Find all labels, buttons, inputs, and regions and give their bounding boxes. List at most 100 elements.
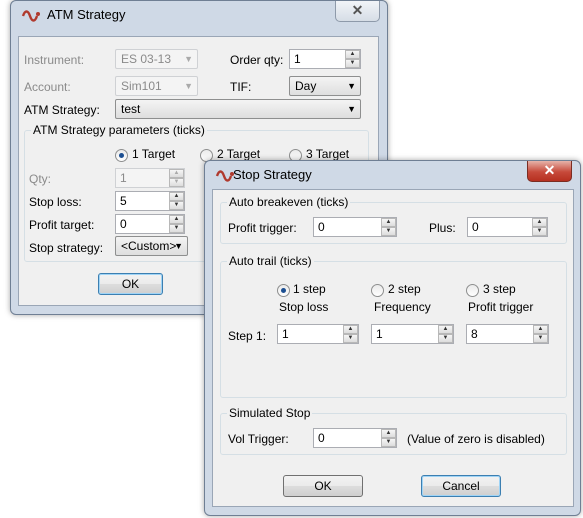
spin-down-icon[interactable]: ▼	[345, 59, 360, 68]
simulated-stop-group: Simulated Stop Vol Trigger: 0 ▲ ▼ (Value …	[220, 406, 567, 455]
chevron-down-icon: ▼	[347, 81, 356, 91]
chevron-down-icon: ▼	[174, 241, 183, 251]
spin-down-icon[interactable]: ▼	[169, 224, 184, 233]
stop-cancel-button[interactable]: Cancel	[421, 475, 501, 497]
stop-loss-spinner[interactable]: ▲ ▼	[169, 192, 184, 210]
order-qty-value: 1	[294, 52, 301, 66]
stop-client-area: Auto breakeven (ticks) Profit trigger: 0…	[212, 189, 574, 507]
spin-up-icon[interactable]: ▲	[438, 325, 453, 334]
chevron-down-icon: ▼	[347, 104, 356, 114]
spin-up-icon[interactable]: ▲	[381, 429, 396, 438]
vol-trigger-value: 0	[318, 431, 325, 445]
vol-trigger-input[interactable]: 0 ▲ ▼	[313, 428, 397, 448]
profit-trigger-input[interactable]: 0 ▲ ▼	[313, 217, 397, 237]
step-2-option-label[interactable]: 2 step	[388, 282, 421, 296]
app-logo-icon	[215, 170, 234, 182]
instrument-label: Instrument:	[24, 53, 85, 67]
spin-down-icon[interactable]: ▼	[438, 334, 453, 343]
stop-ok-button[interactable]: OK	[283, 475, 363, 497]
step1-stop-loss-spinner[interactable]: ▲ ▼	[343, 325, 358, 343]
step1-stop-loss-input[interactable]: 1 ▲ ▼	[277, 324, 359, 344]
spin-down-icon[interactable]: ▼	[532, 227, 547, 236]
atm-ok-button[interactable]: OK	[98, 273, 163, 295]
chevron-down-icon: ▼	[184, 81, 193, 91]
target-1-label[interactable]: 1 Target	[132, 147, 175, 161]
spin-down-icon[interactable]: ▼	[169, 201, 184, 210]
auto-breakeven-title: Auto breakeven (ticks)	[227, 195, 351, 209]
qty-label: Qty:	[29, 172, 52, 186]
col-header-stop-loss: Stop loss	[279, 300, 329, 314]
instrument-select[interactable]: ES 03-13 ▼	[115, 49, 198, 69]
atm-strategy-select[interactable]: test ▼	[115, 99, 361, 119]
step-1-label: Step 1:	[228, 329, 267, 343]
stop-close-button[interactable]: ✕	[527, 161, 572, 182]
target-2-label[interactable]: 2 Target	[217, 147, 260, 161]
step1-profit-trigger-value: 8	[471, 327, 478, 341]
plus-input[interactable]: 0 ▲ ▼	[467, 217, 548, 237]
profit-target-label: Profit target:	[29, 218, 95, 232]
tif-select[interactable]: Day ▼	[289, 76, 361, 96]
profit-target-input[interactable]: 0 ▲ ▼	[115, 214, 185, 234]
vol-trigger-spinner[interactable]: ▲ ▼	[381, 429, 396, 447]
order-qty-label: Order qty:	[230, 53, 284, 67]
atm-window-title: ATM Strategy	[47, 7, 126, 22]
radio-1-step[interactable]	[277, 284, 290, 297]
qty-spinner[interactable]: ▲ ▼	[169, 169, 184, 187]
stop-strategy-window: Stop Strategy ✕ Auto breakeven (ticks) P…	[204, 160, 581, 516]
stop-window-title: Stop Strategy	[233, 167, 312, 182]
spin-up-icon[interactable]: ▲	[532, 218, 547, 227]
profit-target-value: 0	[120, 217, 127, 231]
atm-params-title: ATM Strategy parameters (ticks)	[31, 123, 207, 137]
profit-trigger-value: 0	[318, 220, 325, 234]
spin-up-icon[interactable]: ▲	[381, 218, 396, 227]
close-icon: ✕	[543, 162, 556, 178]
spin-up-icon[interactable]: ▲	[169, 169, 184, 178]
spin-up-icon[interactable]: ▲	[169, 192, 184, 201]
stop-loss-label: Stop loss:	[29, 195, 82, 209]
atm-close-button[interactable]: ✕	[335, 1, 380, 22]
step-3-option-label[interactable]: 3 step	[483, 282, 516, 296]
radio-1-target[interactable]	[115, 149, 128, 162]
stop-strategy-select[interactable]: <Custom> ▼	[115, 236, 188, 256]
step1-profit-trigger-spinner[interactable]: ▲ ▼	[533, 325, 548, 343]
vol-trigger-note: (Value of zero is disabled)	[407, 432, 545, 446]
step1-frequency-input[interactable]: 1 ▲ ▼	[371, 324, 454, 344]
profit-target-spinner[interactable]: ▲ ▼	[169, 215, 184, 233]
step-1-option-label[interactable]: 1 step	[293, 282, 326, 296]
spin-up-icon[interactable]: ▲	[169, 215, 184, 224]
spin-up-icon[interactable]: ▲	[343, 325, 358, 334]
radio-2-step[interactable]	[371, 284, 384, 297]
step1-frequency-value: 1	[376, 327, 383, 341]
atm-title-bar[interactable]: ATM Strategy ✕	[11, 1, 387, 29]
plus-spinner[interactable]: ▲ ▼	[532, 218, 547, 236]
spin-up-icon[interactable]: ▲	[345, 50, 360, 59]
step1-profit-trigger-input[interactable]: 8 ▲ ▼	[466, 324, 549, 344]
spin-down-icon[interactable]: ▼	[533, 334, 548, 343]
account-select[interactable]: Sim101 ▼	[115, 76, 198, 96]
stop-title-bar[interactable]: Stop Strategy ✕	[205, 161, 580, 189]
spin-down-icon[interactable]: ▼	[343, 334, 358, 343]
qty-input[interactable]: 1 ▲ ▼	[115, 168, 185, 188]
order-qty-input[interactable]: 1 ▲ ▼	[289, 49, 361, 69]
atm-strategy-value: test	[121, 102, 141, 116]
radio-3-step[interactable]	[466, 284, 479, 297]
order-qty-spinner[interactable]: ▲ ▼	[345, 50, 360, 68]
auto-breakeven-group: Auto breakeven (ticks) Profit trigger: 0…	[220, 195, 567, 244]
instrument-value: ES 03-13	[121, 52, 172, 66]
spin-down-icon[interactable]: ▼	[169, 178, 184, 187]
spin-down-icon[interactable]: ▼	[381, 227, 396, 236]
step1-frequency-spinner[interactable]: ▲ ▼	[438, 325, 453, 343]
profit-trigger-label: Profit trigger:	[228, 221, 297, 235]
target-3-label[interactable]: 3 Target	[306, 147, 349, 161]
tif-value: Day	[295, 79, 317, 93]
auto-trail-title: Auto trail (ticks)	[227, 254, 314, 268]
auto-trail-group: Auto trail (ticks) 1 step 2 step 3 step …	[220, 254, 567, 398]
col-header-profit-trigger: Profit trigger	[468, 300, 534, 314]
account-label: Account:	[24, 80, 71, 94]
spin-down-icon[interactable]: ▼	[381, 438, 396, 447]
stop-loss-value: 5	[120, 194, 127, 208]
spin-up-icon[interactable]: ▲	[533, 325, 548, 334]
profit-trigger-spinner[interactable]: ▲ ▼	[381, 218, 396, 236]
stop-loss-input[interactable]: 5 ▲ ▼	[115, 191, 185, 211]
chevron-down-icon: ▼	[184, 54, 193, 64]
